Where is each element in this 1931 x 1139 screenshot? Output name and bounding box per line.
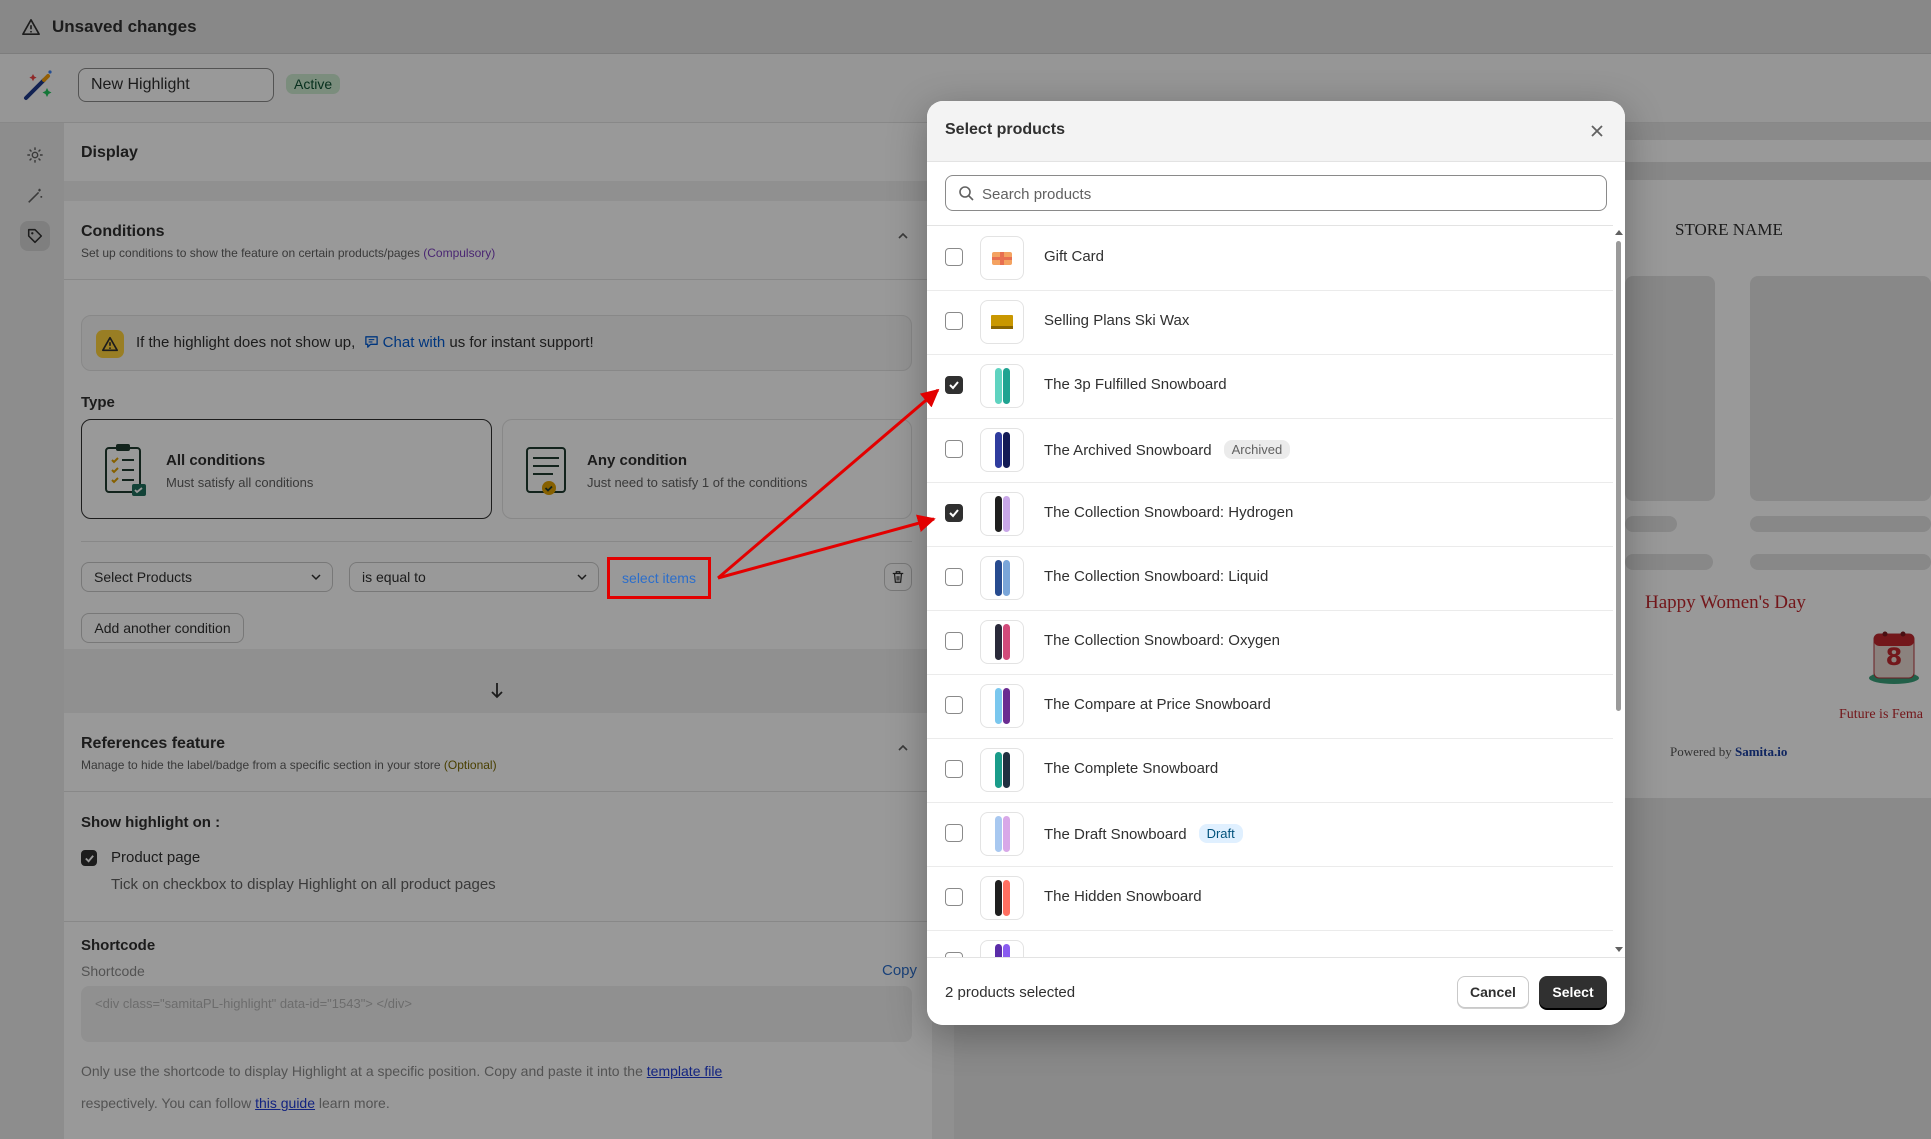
modal-header: Select products xyxy=(927,101,1625,162)
check-icon xyxy=(949,381,959,390)
search-icon xyxy=(959,186,974,201)
snowboard-navy-thumbnail xyxy=(980,428,1024,472)
product-checkbox[interactable] xyxy=(945,632,963,650)
snowboard-teal-pattern-thumbnail xyxy=(980,748,1024,792)
product-name: The Archived Snowboard Archived xyxy=(1044,440,1291,459)
product-checkbox[interactable] xyxy=(945,376,963,394)
product-list: Gift Card Selling Plans Ski Wax The 3p Ful… xyxy=(927,225,1613,958)
snowboard-black-sunset-thumbnail xyxy=(980,876,1024,920)
product-row[interactable] xyxy=(927,930,1613,958)
product-row[interactable]: The Draft Snowboard Draft xyxy=(927,802,1613,867)
modal-title: Select products xyxy=(945,121,1066,138)
cancel-button[interactable]: Cancel xyxy=(1457,976,1529,1008)
product-checkbox[interactable] xyxy=(945,568,963,586)
product-checkbox[interactable] xyxy=(945,312,963,330)
product-name: The 3p Fulfilled Snowboard xyxy=(1044,376,1227,393)
product-checkbox[interactable] xyxy=(945,504,963,522)
product-name: The Compare at Price Snowboard xyxy=(1044,696,1271,713)
product-name: The Hidden Snowboard xyxy=(1044,888,1202,905)
product-checkbox[interactable] xyxy=(945,440,963,458)
product-row[interactable]: The Hidden Snowboard xyxy=(927,866,1613,931)
ski-wax-thumbnail xyxy=(980,300,1024,344)
product-row[interactable]: The Archived Snowboard Archived xyxy=(927,418,1613,483)
product-checkbox[interactable] xyxy=(945,824,963,842)
snowboard-sky-purple-thumbnail xyxy=(980,684,1024,728)
snowboard-teal-thumbnail xyxy=(980,364,1024,408)
product-checkbox[interactable] xyxy=(945,888,963,906)
product-name: Gift Card xyxy=(1044,248,1105,265)
product-checkbox[interactable] xyxy=(945,248,963,266)
product-search-input[interactable] xyxy=(980,176,1584,212)
snowboard-blue-thumbnail xyxy=(980,556,1024,600)
product-status-badge: Archived xyxy=(1223,440,1291,459)
product-name: The Complete Snowboard xyxy=(1044,760,1219,777)
select-products-modal: Select products Gift Card Selling Plans S… xyxy=(927,101,1625,1025)
scrollbar-thumb[interactable] xyxy=(1616,241,1621,711)
product-name: The Collection Snowboard: Hydrogen xyxy=(1044,504,1294,521)
product-status-badge: Draft xyxy=(1198,824,1243,843)
product-row[interactable]: The Complete Snowboard xyxy=(927,738,1613,803)
modal-footer: 2 products selected Cancel Select xyxy=(927,957,1625,1025)
select-button[interactable]: Select xyxy=(1539,976,1607,1008)
snowboard-pastel-thumbnail xyxy=(980,812,1024,856)
scroll-down-icon[interactable] xyxy=(1613,945,1625,955)
product-row[interactable]: The Compare at Price Snowboard xyxy=(927,674,1613,739)
select-items-button[interactable]: select items xyxy=(607,557,711,599)
product-row[interactable]: The Collection Snowboard: Liquid xyxy=(927,546,1613,611)
product-row[interactable]: Selling Plans Ski Wax xyxy=(927,290,1613,355)
product-row[interactable]: The 3p Fulfilled Snowboard xyxy=(927,354,1613,419)
product-row[interactable]: Gift Card xyxy=(927,226,1613,291)
product-row[interactable]: The Collection Snowboard: Oxygen xyxy=(927,610,1613,675)
product-checkbox[interactable] xyxy=(945,696,963,714)
product-checkbox[interactable] xyxy=(945,760,963,778)
product-name: The Collection Snowboard: Oxygen xyxy=(1044,632,1280,649)
snowboard-dark-pink-thumbnail xyxy=(980,620,1024,664)
product-name: The Draft Snowboard Draft xyxy=(1044,824,1243,843)
app-root: Unsaved changes New Highlight Active Dis… xyxy=(0,0,1931,1139)
scroll-up-icon[interactable] xyxy=(1613,227,1625,237)
product-search-field[interactable] xyxy=(945,175,1607,212)
snowboard-black-lilac-thumbnail xyxy=(980,492,1024,536)
product-name: The Collection Snowboard: Liquid xyxy=(1044,568,1269,585)
check-icon xyxy=(949,509,959,518)
product-name: Selling Plans Ski Wax xyxy=(1044,312,1190,329)
product-row[interactable]: The Collection Snowboard: Hydrogen xyxy=(927,482,1613,547)
selected-count: 2 products selected xyxy=(945,984,1076,1001)
close-icon[interactable] xyxy=(1587,121,1607,141)
snowboard-purple-thumbnail xyxy=(980,940,1024,958)
gift-card-thumbnail xyxy=(980,236,1024,280)
